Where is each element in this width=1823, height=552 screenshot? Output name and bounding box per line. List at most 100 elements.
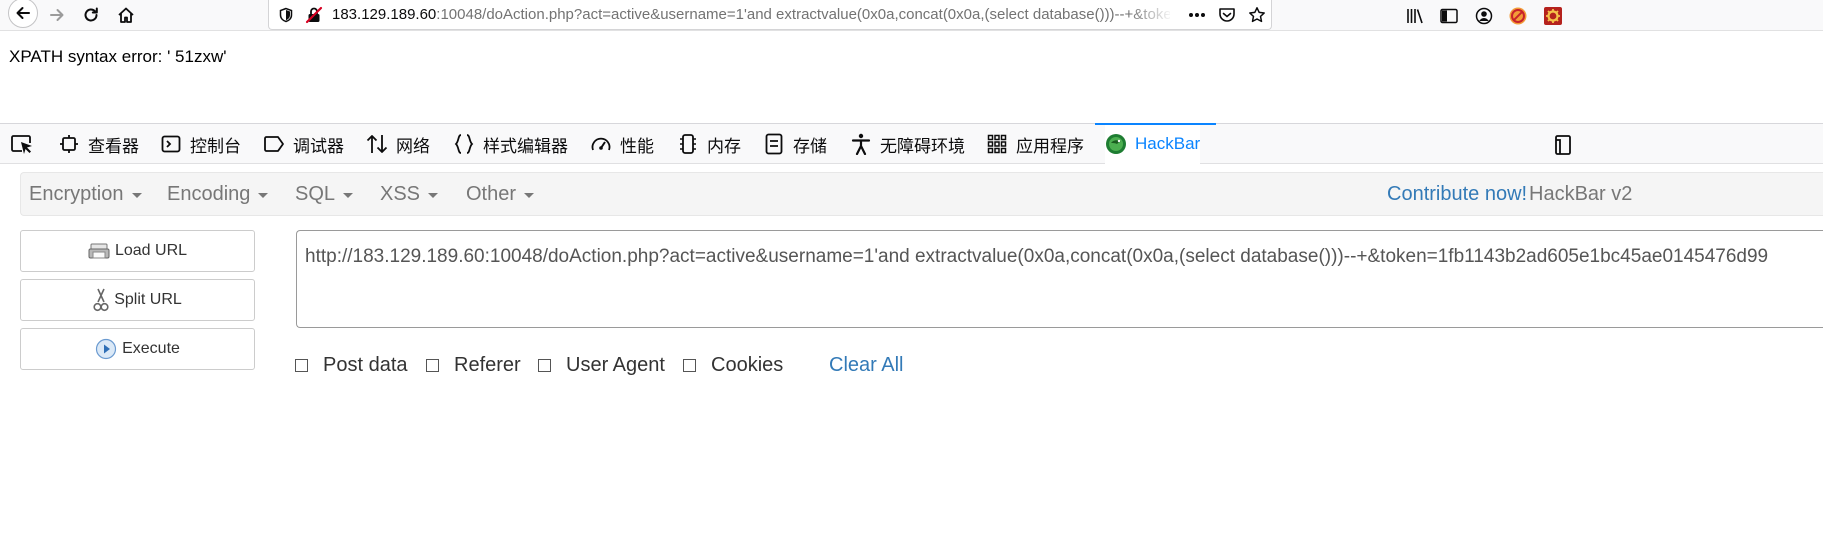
hackbar-menubar: Encryption Encoding SQL XSS Other Contri… <box>20 172 1823 216</box>
inspector-icon <box>58 133 80 155</box>
home-icon <box>118 7 134 23</box>
sidebar-icon[interactable] <box>1439 6 1459 26</box>
caret-down-icon <box>258 193 269 198</box>
forward-button[interactable] <box>42 0 72 30</box>
caret-down-icon <box>428 193 439 198</box>
menu-encryption[interactable]: Encryption <box>29 173 142 215</box>
url-bar[interactable]: 183.129.189.60:10048/doAction.php?act=ac… <box>268 0 1272 30</box>
caret-down-icon <box>524 193 535 198</box>
hackbar-brand: HackBar v2 <box>1529 182 1633 205</box>
pocket-icon[interactable] <box>1217 6 1237 24</box>
tab-performance[interactable]: 性能 <box>590 124 654 164</box>
clear-all-link[interactable]: Clear All <box>829 351 903 379</box>
split-url-button[interactable]: Split URL <box>20 279 255 321</box>
menu-sql[interactable]: SQL <box>295 173 354 215</box>
arrow-right-icon <box>50 9 64 21</box>
menu-other-label: Other <box>466 182 517 205</box>
debugger-icon <box>263 133 285 155</box>
tab-storage-label: 存储 <box>793 136 827 156</box>
insecure-lock-icon[interactable] <box>305 6 323 24</box>
devtools-panel: 查看器 控制台 调试器 网络 样式编辑器 性能 内存 存储 无障碍环境 应用程序… <box>0 123 1823 552</box>
menu-xss-label: XSS <box>380 182 421 205</box>
tab-hackbar-label: HackBar <box>1135 134 1201 153</box>
menu-encoding-label: Encoding <box>167 182 251 205</box>
reload-icon <box>84 7 98 22</box>
tab-debugger-label: 调试器 <box>293 136 344 156</box>
performance-icon <box>590 133 612 155</box>
load-url-label: Load URL <box>114 242 188 259</box>
cookies-label: Cookies <box>711 353 784 376</box>
menu-sql-label: SQL <box>295 182 336 205</box>
tab-network[interactable]: 网络 <box>366 124 430 164</box>
dock-side-icon[interactable] <box>1546 133 1576 157</box>
user-agent-option[interactable]: User Agent <box>538 351 665 379</box>
tab-style-editor-label: 样式编辑器 <box>483 136 568 156</box>
tab-performance-label: 性能 <box>620 136 654 156</box>
menu-other[interactable]: Other <box>466 173 535 215</box>
split-url-label: Split URL <box>114 291 182 308</box>
tab-application-label: 应用程序 <box>1016 136 1084 156</box>
tab-style-editor[interactable]: 样式编辑器 <box>453 124 568 164</box>
url-host: 183.129.189.60 <box>332 6 437 23</box>
tab-console[interactable]: 控制台 <box>160 124 241 164</box>
url-path: :10048/doAction.php?act=active&username=… <box>436 6 1170 23</box>
arrow-left-icon <box>16 7 30 19</box>
referer-option[interactable]: Referer <box>426 351 521 379</box>
caret-down-icon <box>131 193 142 198</box>
tab-inspector-label: 查看器 <box>88 136 139 156</box>
storage-icon <box>763 133 785 155</box>
menu-xss[interactable]: XSS <box>380 173 439 215</box>
referer-checkbox[interactable] <box>426 358 439 372</box>
referer-label: Referer <box>454 353 521 376</box>
tab-network-label: 网络 <box>396 136 430 156</box>
tab-memory-label: 内存 <box>707 136 741 156</box>
tab-inspector[interactable]: 查看器 <box>58 124 139 164</box>
page-error-message: XPATH syntax error: ' 51zxw' <box>9 47 227 66</box>
tab-accessibility-label: 无障碍环境 <box>880 136 965 156</box>
url-fade <box>1129 2 1173 26</box>
url-text[interactable]: 183.129.189.60:10048/doAction.php?act=ac… <box>332 6 1170 24</box>
url-textarea[interactable]: http://183.129.189.60:10048/doAction.php… <box>296 230 1823 328</box>
menu-encryption-label: Encryption <box>29 182 124 205</box>
tab-debugger[interactable]: 调试器 <box>263 124 344 164</box>
post-data-label: Post data <box>323 353 408 376</box>
home-button[interactable] <box>111 0 141 30</box>
bookmark-star-icon[interactable] <box>1247 6 1267 24</box>
tab-memory[interactable]: 内存 <box>677 124 741 164</box>
tab-storage[interactable]: 存储 <box>763 124 827 164</box>
element-picker-icon[interactable] <box>10 134 34 156</box>
tab-accessibility[interactable]: 无障碍环境 <box>850 124 965 164</box>
page-actions-icon[interactable] <box>1187 6 1207 24</box>
library-icon[interactable] <box>1405 6 1425 26</box>
devtools-tabbar: 查看器 控制台 调试器 网络 样式编辑器 性能 内存 存储 无障碍环境 应用程序… <box>0 123 1823 164</box>
application-icon <box>986 133 1008 155</box>
cookies-checkbox[interactable] <box>683 358 696 372</box>
load-url-icon <box>88 241 110 261</box>
user-agent-checkbox[interactable] <box>538 358 551 372</box>
memory-icon <box>677 133 699 155</box>
post-data-checkbox[interactable] <box>295 358 308 372</box>
contribute-link[interactable]: Contribute now! <box>1387 173 1527 215</box>
post-data-option[interactable]: Post data <box>295 351 408 379</box>
tab-application[interactable]: 应用程序 <box>986 124 1084 164</box>
console-icon <box>160 133 182 155</box>
style-editor-icon <box>453 133 475 155</box>
reload-button[interactable] <box>76 0 106 30</box>
account-icon[interactable] <box>1474 6 1494 26</box>
tab-hackbar[interactable]: HackBar <box>1094 123 1217 164</box>
load-url-button[interactable]: Load URL <box>20 230 255 272</box>
tracking-shield-icon[interactable] <box>277 6 295 24</box>
caret-down-icon <box>343 193 354 198</box>
cookies-option[interactable]: Cookies <box>683 351 783 379</box>
scissors-icon <box>93 287 109 313</box>
menu-encoding[interactable]: Encoding <box>167 173 269 215</box>
back-button[interactable] <box>6 0 38 30</box>
play-icon <box>95 338 117 360</box>
blocker-extension-icon[interactable] <box>1508 6 1528 26</box>
execute-button[interactable]: Execute <box>20 328 255 370</box>
network-icon <box>366 133 388 155</box>
user-agent-label: User Agent <box>566 353 665 376</box>
accessibility-icon <box>850 133 872 155</box>
settings-extension-icon[interactable] <box>1543 6 1563 26</box>
hackbar-icon <box>1105 133 1127 155</box>
